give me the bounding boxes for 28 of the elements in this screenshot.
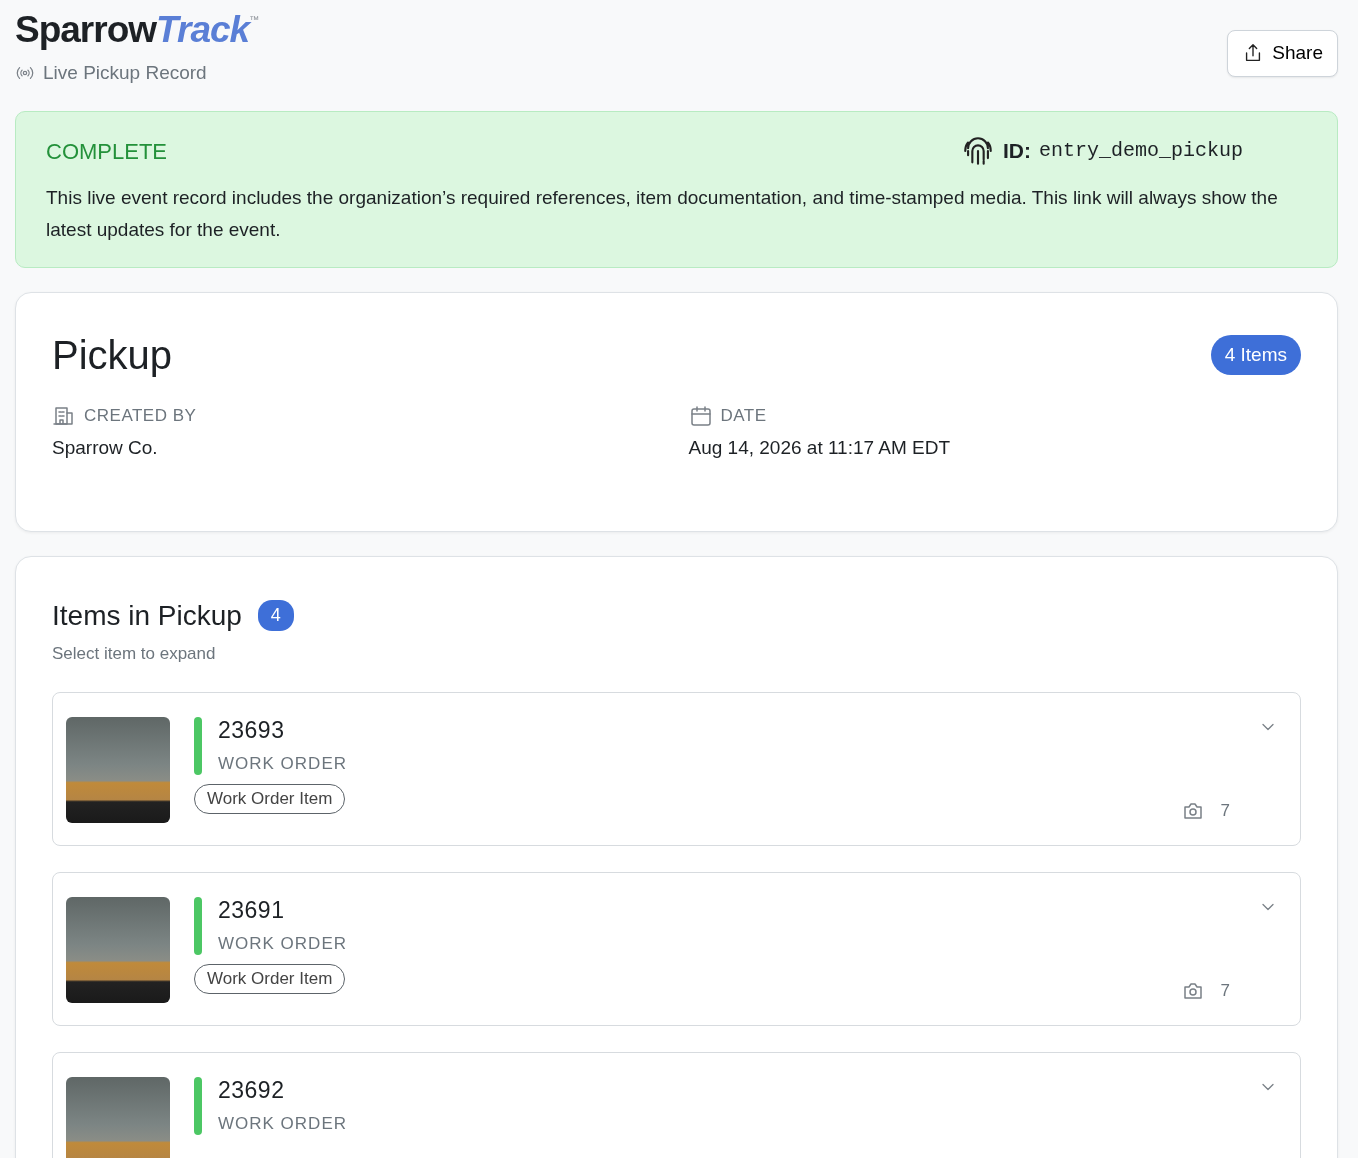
photo-count: 7 — [1220, 799, 1230, 822]
id-label: ID: — [1002, 138, 1031, 165]
field-value: Sparrow Co. — [52, 436, 159, 461]
field-value: Aug 14, 2026 at 11:17 AM EDT — [688, 436, 952, 461]
item-type: WORK ORDER — [218, 932, 347, 955]
item-number: 23693 — [218, 717, 286, 745]
record-title: Pickup — [52, 331, 173, 379]
item-card[interactable]: 23693 WORK ORDER Work Order Item 7 — [52, 692, 1301, 847]
status-description: This live event record includes the organization’s required references, item documentation, and time-stamped media. This link will always show the latest updates for the event. — [46, 186, 1279, 243]
item-card[interactable]: 23691 WORK ORDER Work Order Item 7 — [52, 872, 1301, 1027]
section-title: Items in Pickup — [52, 598, 242, 633]
item-number: 23692 — [218, 1077, 286, 1105]
item-count-badge: 4 — [257, 600, 294, 632]
id-value: entry_demo_pickup — [1038, 138, 1243, 165]
logo: SparrowTrack™ — [15, 10, 260, 51]
item-type: WORK ORDER — [218, 1112, 347, 1135]
item-type: WORK ORDER — [218, 752, 347, 775]
subtitle: Live Pickup Record — [43, 60, 207, 85]
item-count-badge: 4 Items — [1210, 334, 1301, 376]
field-label: CREATED BY — [84, 404, 197, 427]
status-label: COMPLETE — [46, 137, 168, 166]
field-label: DATE — [720, 404, 767, 427]
share-button[interactable]: Share — [1227, 30, 1338, 77]
section-hint: Select item to expand — [52, 642, 217, 665]
photo-count: 7 — [1220, 979, 1230, 1002]
item-card[interactable]: 23692 WORK ORDER — [52, 1052, 1301, 1158]
calendar-icon — [688, 403, 713, 428]
item-number: 23691 — [218, 897, 286, 925]
